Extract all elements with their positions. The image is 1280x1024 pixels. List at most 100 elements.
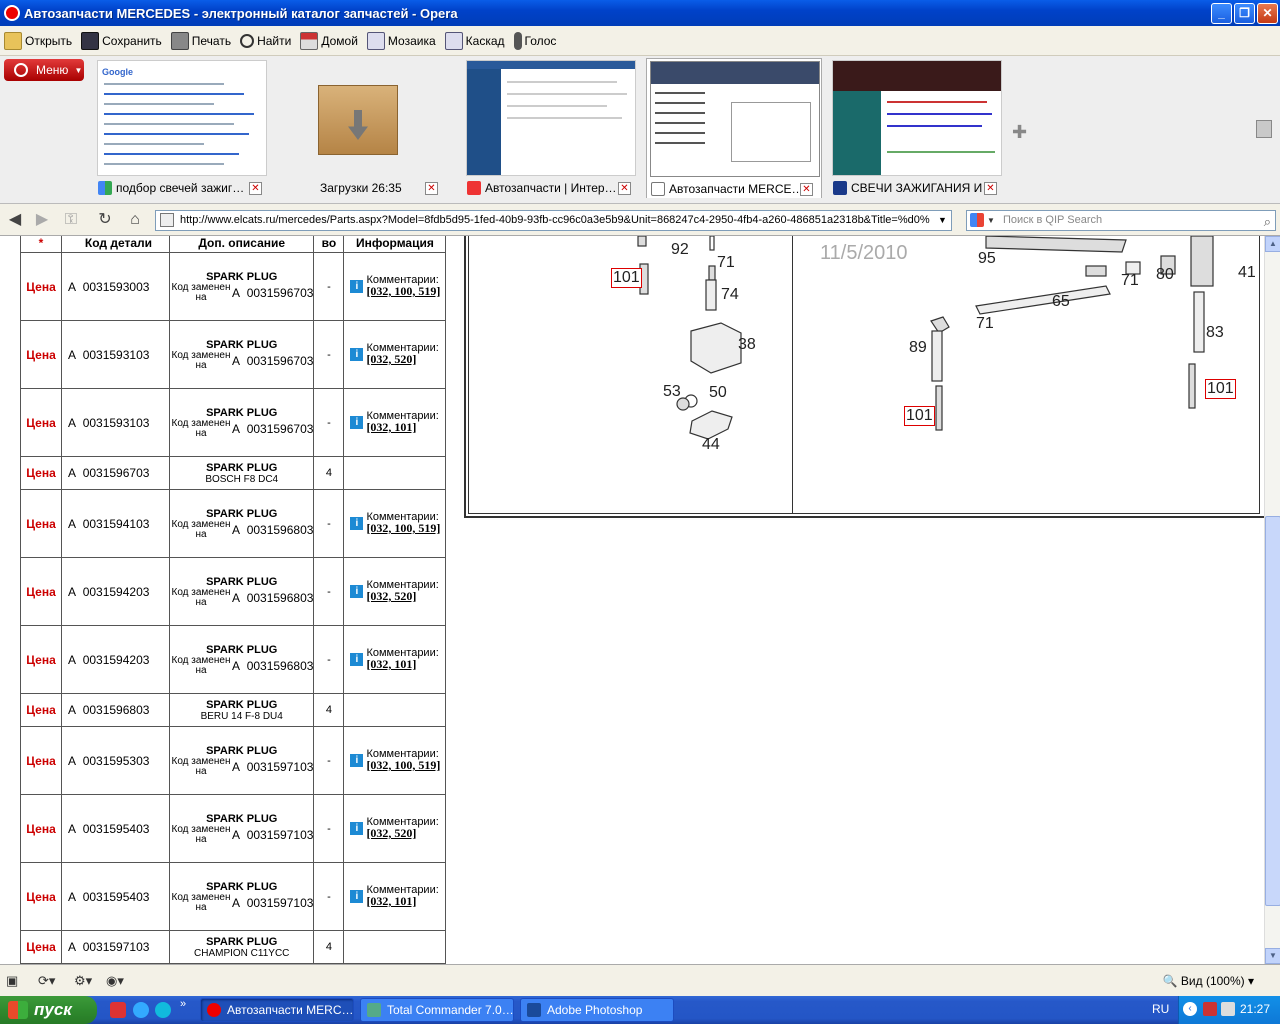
info-icon[interactable]: i [350,754,364,767]
comment-codes-link[interactable]: [032, 520] [366,352,416,366]
info-icon[interactable]: i [350,280,364,293]
info-icon[interactable]: i [350,653,364,666]
save-button[interactable]: Сохранить [81,31,162,50]
part-number[interactable]: A 0031593103 [61,388,170,457]
cascade-button[interactable]: Каскад [444,31,505,50]
antivirus-icon[interactable] [1203,1002,1217,1016]
callout-89[interactable]: 89 [909,339,927,357]
info-icon[interactable]: i [350,890,364,903]
part-number[interactable]: A 0031595303 [61,726,170,795]
info-icon[interactable]: i [350,585,364,598]
info-icon[interactable]: i [350,517,364,530]
scroll-down-arrow-icon[interactable]: ▼ [1265,948,1280,964]
price-link[interactable]: Цена [20,693,62,727]
replacement-part-link[interactable]: A 0031597103 [232,828,313,842]
callout-44[interactable]: 44 [702,436,720,454]
taskbar-item-opera[interactable]: Автозапчасти MERC… [200,998,354,1022]
search-icon[interactable]: ⌕ [1264,212,1271,231]
callout-101[interactable]: 101 [904,406,935,426]
part-number[interactable]: A 0031593003 [61,252,170,321]
part-number[interactable]: A 0031594203 [61,625,170,694]
opera-menu-button[interactable]: Меню ▼ [4,59,84,81]
price-link[interactable]: Цена [20,930,62,964]
chevron-down-icon[interactable]: ▼ [987,211,995,230]
forward-arrow-icon[interactable]: ▶ [33,212,51,228]
wand-key-icon[interactable]: ⚿ [62,212,80,228]
callout-101[interactable]: 101 [1205,379,1236,399]
part-number[interactable]: A 0031597103 [61,930,170,964]
callout-38[interactable]: 38 [738,336,756,354]
info-icon[interactable]: i [350,822,364,835]
voice-button[interactable]: Голос [513,31,556,50]
share-icon[interactable]: ⚙▾ [74,973,92,989]
close-tab-icon[interactable]: ✕ [249,182,262,195]
price-link[interactable]: Цена [20,456,62,490]
comment-codes-link[interactable]: [032, 520] [366,826,416,840]
comment-codes-link[interactable]: [032, 101] [366,657,416,671]
open-button[interactable]: Открыть [4,31,72,50]
part-number[interactable]: A 0031594103 [61,489,170,558]
minimize-button[interactable]: _ [1211,2,1232,24]
price-link[interactable]: Цена [20,489,62,558]
price-link[interactable]: Цена [20,320,62,389]
info-icon[interactable]: i [350,348,364,361]
callout-80[interactable]: 80 [1156,266,1174,284]
scroll-thumb[interactable] [1265,516,1280,906]
zoom-level[interactable]: 🔍 Вид (100%) ▾ [1163,974,1254,988]
reload-icon[interactable]: ↻ [96,212,114,228]
part-number[interactable]: A 0031595403 [61,794,170,863]
part-number[interactable]: A 0031596803 [61,693,170,727]
print-button[interactable]: Печать [170,31,231,50]
tab-spark-plugs[interactable]: СВЕЧИ ЗАЖИГАНИЯ И… ✕ [829,58,1005,198]
price-link[interactable]: Цена [20,794,62,863]
close-tab-icon[interactable]: ✕ [800,183,813,196]
quicklaunch-ie-icon[interactable] [133,1002,149,1018]
callout-74[interactable]: 74 [721,286,739,304]
quicklaunch-skype-icon[interactable] [155,1002,171,1018]
back-arrow-icon[interactable]: ◀ [6,212,24,228]
price-link[interactable]: Цена [20,862,62,931]
part-number[interactable]: A 0031594203 [61,557,170,626]
replacement-part-link[interactable]: A 0031597103 [232,896,313,910]
comment-codes-link[interactable]: [032, 100, 519] [366,758,440,772]
callout-71[interactable]: 71 [976,315,994,333]
price-link[interactable]: Цена [20,252,62,321]
price-link[interactable]: Цена [20,388,62,457]
comment-codes-link[interactable]: [032, 101] [366,894,416,908]
language-indicator[interactable]: RU [1152,1002,1169,1016]
comment-codes-link[interactable]: [032, 100, 519] [366,284,440,298]
callout-65[interactable]: 65 [1052,293,1070,311]
comment-codes-link[interactable]: [032, 520] [366,589,416,603]
scroll-up-arrow-icon[interactable]: ▲ [1265,236,1280,252]
home-button[interactable]: Домой [300,31,358,50]
close-button[interactable]: ✕ [1257,2,1278,24]
tab-downloads[interactable]: Загрузки 26:35 ✕ [270,58,446,198]
panel-toggle-icon[interactable]: ▣ [6,973,24,989]
callout-83[interactable]: 83 [1206,324,1224,342]
close-tab-icon[interactable]: ✕ [618,182,631,195]
tab-google-search[interactable]: Google подбор свечей зажиг… ✕ [94,58,270,198]
price-link[interactable]: Цена [20,557,62,626]
callout-71[interactable]: 71 [717,254,735,272]
mosaic-button[interactable]: Мозаика [366,31,436,50]
part-number[interactable]: A 0031595403 [61,862,170,931]
tab-autoparts-mercedes[interactable]: Автозапчасти MERCE… ✕ [646,58,822,198]
part-number[interactable]: A 0031596703 [61,456,170,490]
new-tab-plus-icon[interactable]: ✚ [1012,122,1027,143]
callout-50[interactable]: 50 [709,384,727,402]
replacement-part-link[interactable]: A 0031596803 [232,659,313,673]
close-tab-icon[interactable]: ✕ [425,182,438,195]
url-input[interactable]: http://www.elcats.ru/mercedes/Parts.aspx… [155,210,952,231]
replacement-part-link[interactable]: A 0031596703 [232,422,313,436]
price-link[interactable]: Цена [20,625,62,694]
close-tab-icon[interactable]: ✕ [984,182,997,195]
find-button[interactable]: Найти [240,33,291,48]
callout-92[interactable]: 92 [671,241,689,259]
chevron-left-icon[interactable]: ‹ [1183,1002,1197,1016]
quicklaunch-acrobat-icon[interactable] [110,1002,126,1018]
maximize-button[interactable]: ❐ [1234,2,1255,24]
url-dropdown-icon[interactable]: ▼ [938,211,950,229]
part-number[interactable]: A 0031593103 [61,320,170,389]
comment-codes-link[interactable]: [032, 101] [366,420,416,434]
replacement-part-link[interactable]: A 0031597103 [232,760,313,774]
